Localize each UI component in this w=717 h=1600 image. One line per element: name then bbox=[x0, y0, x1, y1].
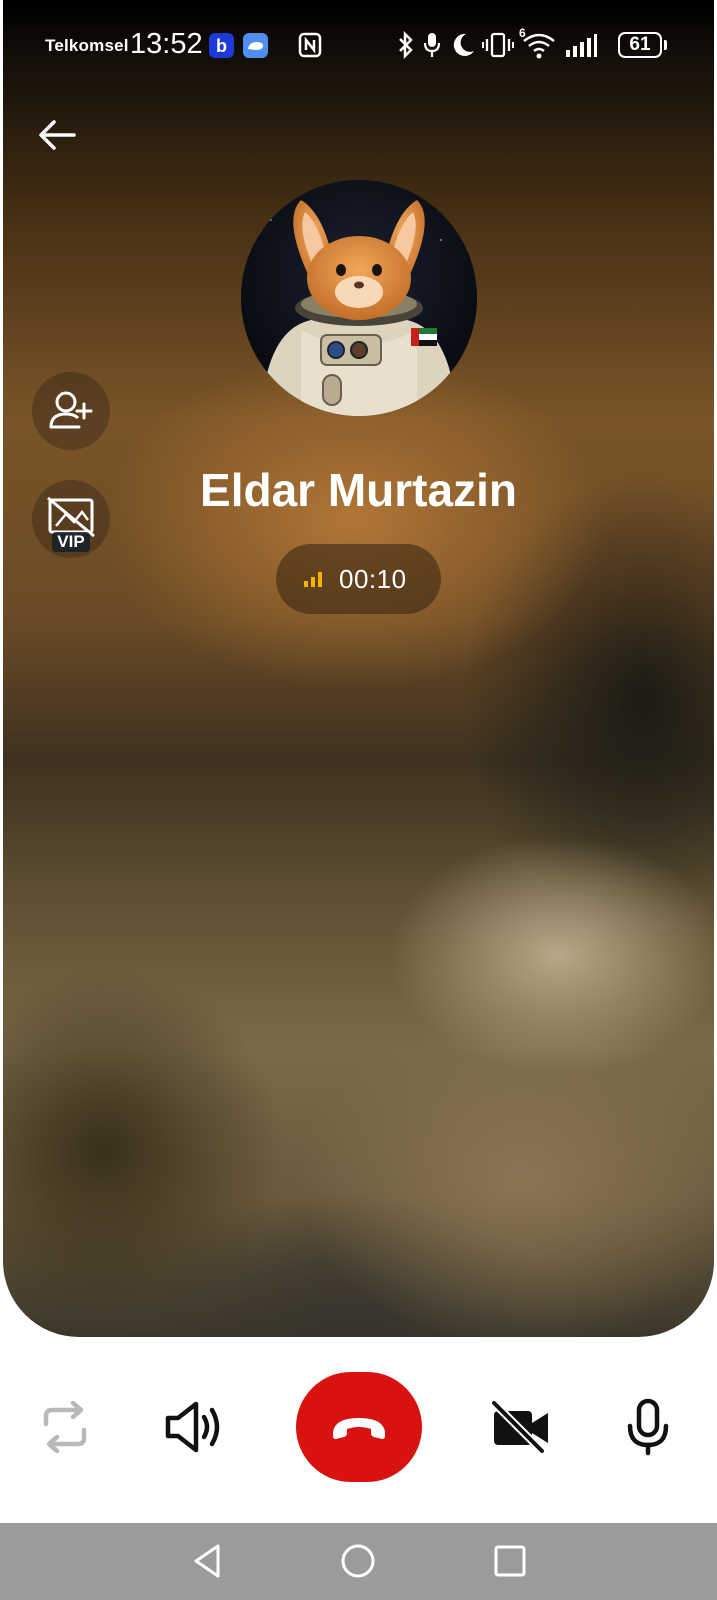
system-nav-bar bbox=[0, 1523, 717, 1600]
end-call-icon bbox=[333, 1418, 385, 1439]
battery-icon: 61 bbox=[618, 32, 662, 58]
recents-square-icon bbox=[494, 1545, 526, 1577]
app-cloud-icon bbox=[243, 33, 268, 58]
switch-call-button[interactable] bbox=[38, 1400, 92, 1459]
microphone-icon bbox=[627, 1398, 669, 1456]
bluetooth-icon bbox=[397, 30, 415, 65]
speaker-icon bbox=[165, 1401, 220, 1453]
call-duration-pill: 00:10 bbox=[276, 544, 441, 614]
end-call-button[interactable] bbox=[296, 1372, 422, 1482]
signal-icon bbox=[564, 30, 598, 65]
app-b-icon: b bbox=[209, 33, 234, 58]
astronaut-rabbit-avatar bbox=[241, 180, 477, 416]
svg-text:b: b bbox=[216, 36, 227, 56]
nav-back-button[interactable] bbox=[188, 1541, 228, 1586]
vip-label: VIP bbox=[52, 532, 90, 552]
microphone-icon bbox=[422, 30, 442, 65]
call-screen: Telkomsel 13:52 b 6 61 VIP Eldar Murtazi… bbox=[0, 0, 717, 1600]
status-bar: Telkomsel 13:52 b 6 61 bbox=[0, 0, 717, 92]
back-triangle-icon bbox=[194, 1544, 220, 1578]
video-button[interactable] bbox=[488, 1397, 554, 1462]
home-circle-icon bbox=[341, 1544, 375, 1578]
arrow-left-icon bbox=[39, 120, 76, 150]
call-duration: 00:10 bbox=[339, 564, 407, 594]
add-person-icon bbox=[49, 391, 93, 429]
carrier-name: Telkomsel bbox=[45, 36, 129, 55]
switch-call-icon bbox=[43, 1400, 87, 1454]
speaker-button[interactable] bbox=[164, 1398, 226, 1461]
caller-name: Eldar Murtazin bbox=[200, 464, 517, 516]
wifi-icon bbox=[522, 30, 556, 65]
nav-recents-button[interactable] bbox=[490, 1541, 530, 1586]
mute-button[interactable] bbox=[626, 1398, 670, 1461]
vibrate-icon bbox=[482, 30, 514, 65]
back-button[interactable] bbox=[34, 112, 82, 160]
video-off-icon bbox=[491, 1400, 548, 1454]
moon-icon bbox=[450, 30, 476, 65]
caller-avatar bbox=[241, 180, 477, 416]
nav-home-button[interactable] bbox=[338, 1541, 378, 1586]
add-contact-button[interactable] bbox=[32, 372, 110, 450]
battery-tip bbox=[664, 40, 667, 50]
status-time: 13:52 bbox=[130, 28, 203, 60]
nfc-icon bbox=[298, 32, 322, 63]
signal-bars-icon bbox=[304, 572, 322, 587]
